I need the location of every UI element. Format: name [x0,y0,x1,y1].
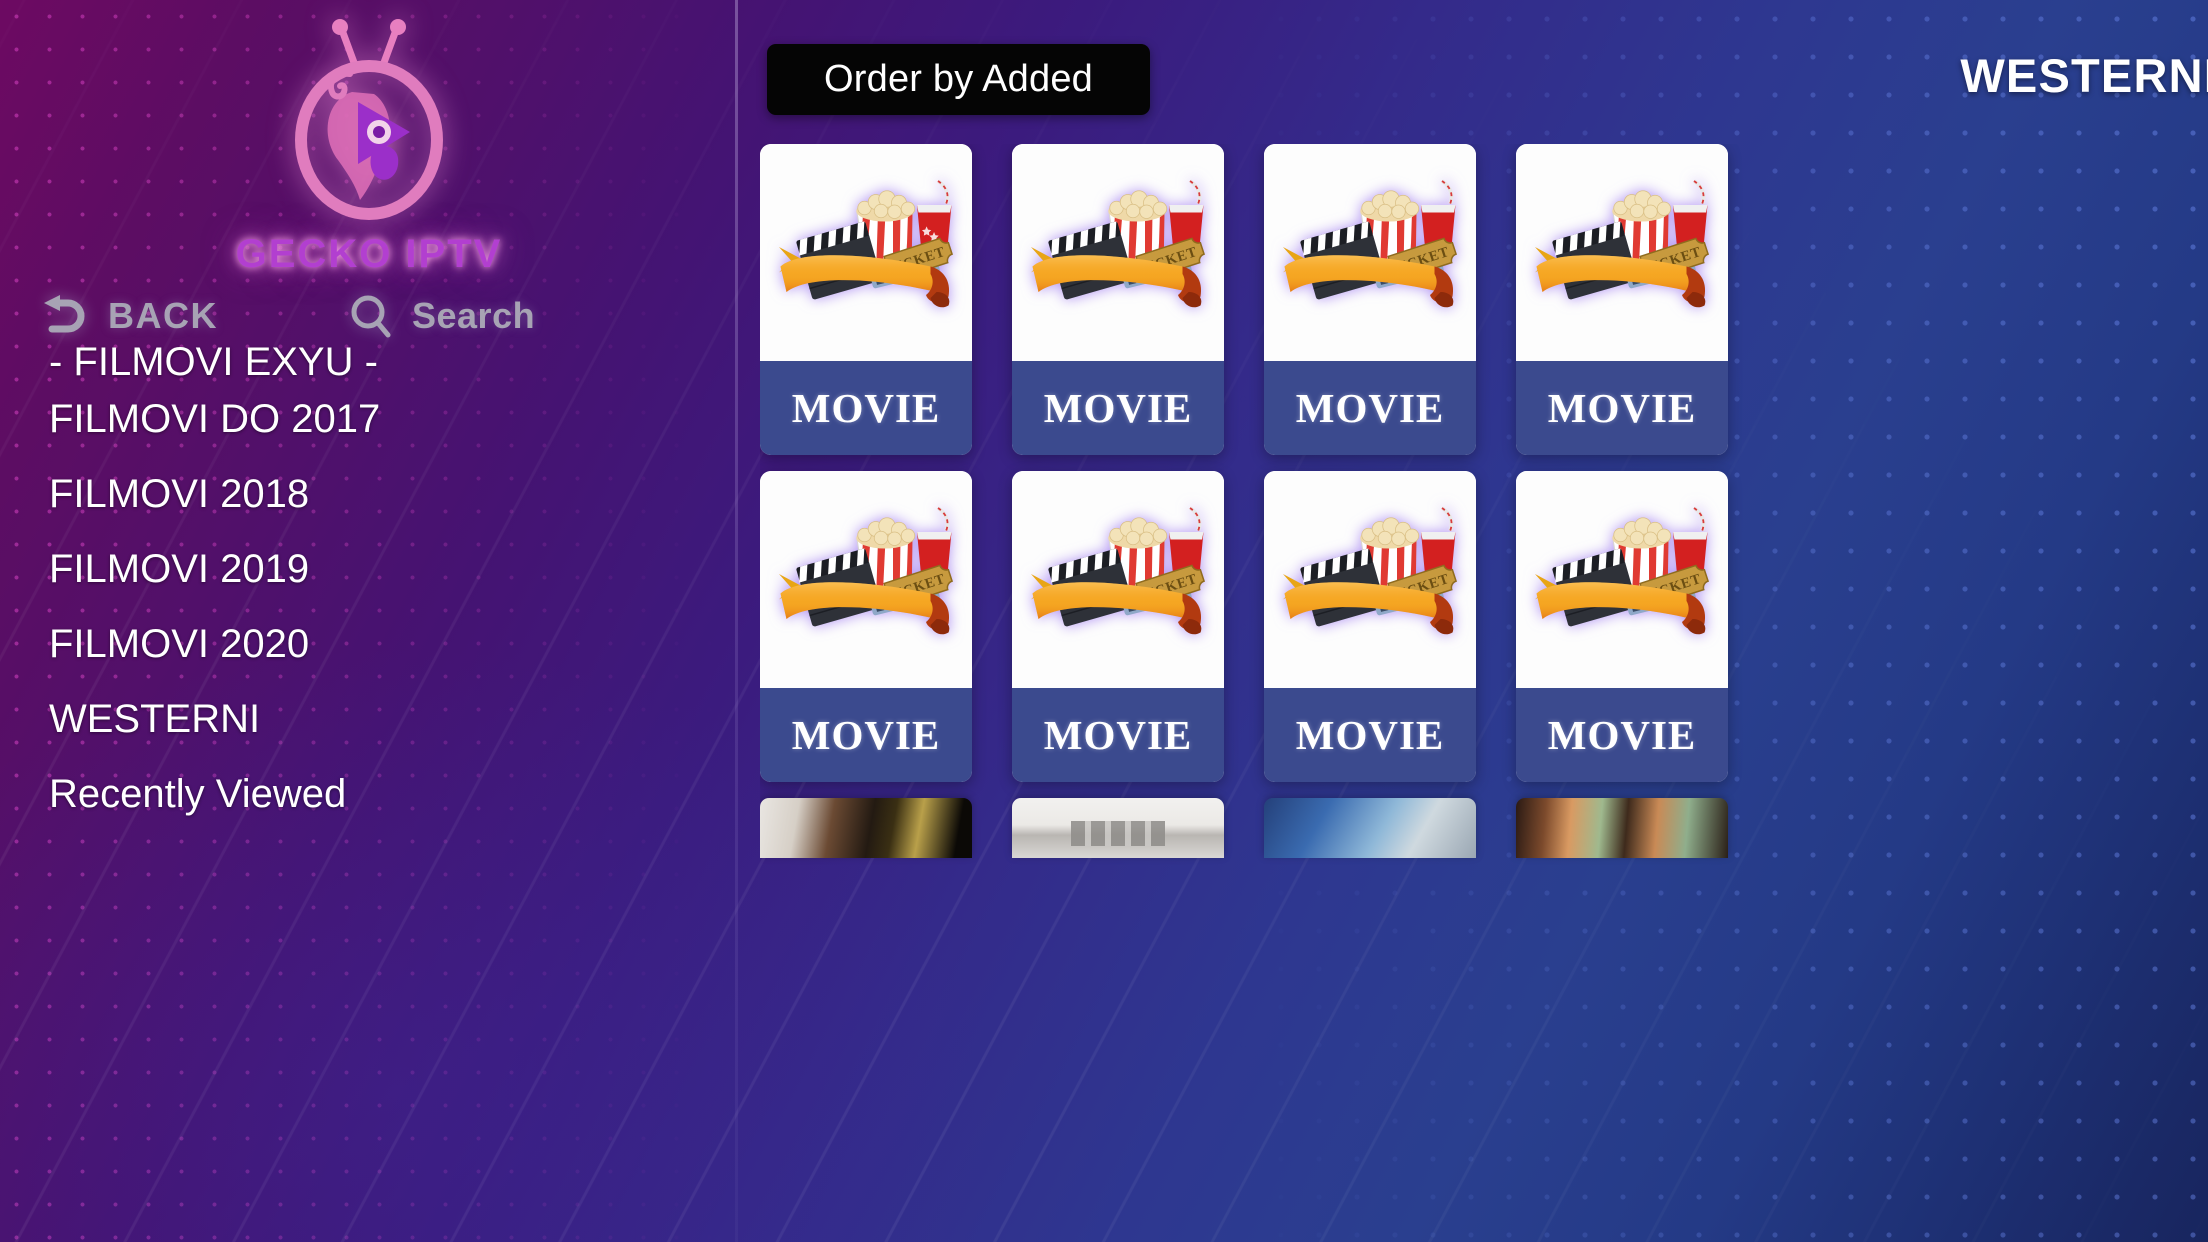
back-button[interactable]: BACK [34,293,218,339]
movie-card-title: MOVIE [1295,712,1445,758]
movie-card[interactable]: MOVIE [1264,471,1476,782]
movie-placeholder-icon: TICKET [779,178,954,307]
grid-row: MOVIE MOVIE MOVIE MOVIE [760,471,2208,782]
movie-poster [760,471,972,688]
movie-card-thumbnail[interactable] [1012,798,1224,858]
sidebar-item-label: FILMOVI 2020 [49,622,310,666]
logo-wordmark: GECKO IPTV [235,232,503,276]
movie-poster [1012,144,1224,361]
grid-row-clipped [760,798,2208,858]
movie-placeholder-icon [1272,505,1468,655]
movie-placeholder-icon [768,505,964,655]
sidebar-item-label: FILMOVI DO 2017 [49,397,381,441]
sidebar-item-label: Recently Viewed [49,772,347,816]
movie-card[interactable]: MOVIE [1516,471,1728,782]
movie-card[interactable]: MOVIE [760,471,972,782]
order-by-button[interactable]: Order by Added [767,44,1150,115]
movie-poster: TICKET [760,144,972,361]
sidebar-item-recently-viewed[interactable]: Recently Viewed [0,757,700,832]
movie-poster [1516,144,1728,361]
search-button-label: Search [412,295,536,336]
movie-card-title: MOVIE [791,385,941,431]
movie-card-title: MOVIE [1043,712,1193,758]
movie-card-title: MOVIE [1295,385,1445,431]
order-by-button-label: Order by Added [824,58,1093,100]
movie-placeholder-icon [1524,505,1720,655]
movie-card[interactable]: MOVIE [1264,144,1476,455]
sidebar-item-westerni[interactable]: WESTERNI [0,682,700,757]
sidebar-item-label: FILMOVI 2019 [49,547,310,591]
sidebar-item-filmovi-do-2017[interactable]: FILMOVI DO 2017 [0,382,700,457]
movie-card-footer: MOVIE [1516,361,1728,455]
movie-poster [1516,471,1728,688]
movie-card-footer: MOVIE [1012,361,1224,455]
movie-card-footer: MOVIE [1264,688,1476,782]
movie-placeholder-icon [1020,178,1216,328]
sidebar-item-filmovi-2020[interactable]: FILMOVI 2020 [0,607,700,682]
movie-card[interactable]: MOVIE [1516,144,1728,455]
iptv-app-screen: GECKO IPTV BACK Search - FILMOVI EXYU - … [0,0,2208,1242]
movie-card-title: MOVIE [1547,385,1697,431]
sidebar-item-filmovi-exyu[interactable]: - FILMOVI EXYU - [0,338,700,382]
movie-card-footer: MOVIE [1012,688,1224,782]
movie-card-footer: MOVIE [760,688,972,782]
movie-card-title: MOVIE [1043,385,1193,431]
movie-placeholder-icon [1020,505,1216,655]
movie-card-title: MOVIE [791,712,941,758]
app-logo: GECKO IPTV [0,14,738,277]
movie-placeholder-icon [1272,178,1468,328]
gecko-tv-play-logo-icon [295,19,443,220]
sidebar: GECKO IPTV BACK Search - FILMOVI EXYU - … [0,0,738,1242]
category-list[interactable]: - FILMOVI EXYU - FILMOVI DO 2017 FILMOVI… [0,338,700,1242]
content-panel: Order by Added WESTERNI TICKET MOVIE MOV… [738,0,2208,1242]
movie-card-footer: MOVIE [1264,361,1476,455]
movie-poster [1264,471,1476,688]
back-arrow-icon [44,295,85,333]
search-button[interactable]: Search [348,293,535,339]
movie-card-footer: MOVIE [1516,688,1728,782]
movie-grid: TICKET MOVIE MOVIE MOVIE MOVIE MOVIE MOV… [760,144,2208,1242]
movie-card-thumbnail[interactable] [760,798,972,858]
search-icon [351,295,391,338]
grid-row: TICKET MOVIE MOVIE MOVIE MOVIE [760,144,2208,455]
back-button-label: BACK [108,295,218,336]
movie-card-thumbnail[interactable] [1516,798,1728,858]
page-title: WESTERNI [1960,49,2208,102]
sidebar-divider [735,0,738,1242]
sidebar-item-label: WESTERNI [49,697,261,741]
movie-card[interactable]: TICKET MOVIE [760,144,972,455]
movie-card-thumbnail[interactable] [1264,798,1476,858]
movie-card-footer: MOVIE [760,361,972,455]
sidebar-item-label: FILMOVI 2018 [49,472,310,516]
sidebar-item-filmovi-2019[interactable]: FILMOVI 2019 [0,532,700,607]
movie-card-title: MOVIE [1547,712,1697,758]
movie-card[interactable]: MOVIE [1012,471,1224,782]
movie-poster [1264,144,1476,361]
sidebar-item-filmovi-2018[interactable]: FILMOVI 2018 [0,457,700,532]
movie-card[interactable]: MOVIE [1012,144,1224,455]
movie-poster [1012,471,1224,688]
movie-placeholder-icon [1524,178,1720,328]
